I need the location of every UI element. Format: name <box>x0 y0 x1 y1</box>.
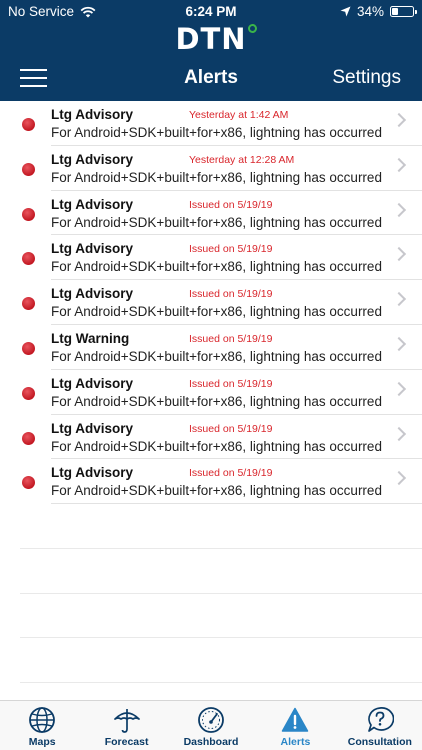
chevron-right-icon <box>391 157 407 172</box>
chevron-right-icon <box>391 426 407 441</box>
alert-status-dot-icon <box>22 118 35 131</box>
alert-status-dot-icon <box>22 162 35 176</box>
alert-status-dot-icon <box>22 431 35 445</box>
alert-title: Ltg Advisory <box>51 286 134 302</box>
alert-body: For Android+SDK+built+for+x86, lightning… <box>51 348 383 364</box>
logo-accent-ring <box>247 24 257 33</box>
chevron-right-icon <box>391 292 407 307</box>
alert-row[interactable]: Ltg Advisory Issued on 5/19/19 For Android… <box>0 280 422 325</box>
chevron-right-icon <box>391 471 407 486</box>
app-header: No Service 6:24 PM 34% DTN Alerts Settin… <box>0 0 422 101</box>
tab-consultation[interactable]: Consultation <box>338 701 422 750</box>
alert-status-dot-icon <box>22 252 35 266</box>
empty-row <box>0 594 422 639</box>
status-bar: No Service 6:24 PM 34% <box>0 0 422 22</box>
alert-status-dot-icon <box>22 207 35 221</box>
alert-row[interactable]: Ltg Advisory Issued on 5/19/19 For Android… <box>0 370 422 415</box>
alert-body: For Android+SDK+built+for+x86, lightning… <box>51 483 383 499</box>
alert-time: Issued on 5/19/19 <box>189 422 273 435</box>
location-arrow-icon <box>340 6 351 17</box>
alert-body: For Android+SDK+built+for+x86, lightning… <box>51 259 383 275</box>
battery-icon <box>390 6 417 17</box>
alert-body: For Android+SDK+built+for+x86, lightning… <box>51 169 383 185</box>
battery-percent: 34% <box>356 4 384 19</box>
alert-time: Issued on 5/19/19 <box>189 377 273 390</box>
alert-status-dot-icon <box>22 297 35 311</box>
alert-title: Ltg Advisory <box>51 241 134 257</box>
status-right: 34% <box>340 4 417 19</box>
alert-row[interactable]: Ltg Advisory Issued on 5/19/19 For Android… <box>0 191 422 236</box>
alert-body: For Android+SDK+built+for+x86, lightning… <box>51 214 383 230</box>
battery-level <box>392 8 398 15</box>
alert-row[interactable]: Ltg Advisory Yesterday at 1:42 AM For Andr… <box>0 101 422 146</box>
chevron-right-icon <box>391 247 407 262</box>
empty-list-area <box>0 504 422 683</box>
chevron-right-icon <box>391 336 407 352</box>
alert-body: For Android+SDK+built+for+x86, lightning… <box>51 125 383 140</box>
gauge-icon <box>198 707 224 733</box>
tab-label: Maps <box>28 736 56 748</box>
alert-body: For Android+SDK+built+for+x86, lightning… <box>51 438 383 454</box>
chevron-right-icon <box>391 112 407 128</box>
alert-status-dot-icon <box>22 386 35 400</box>
tab-label: Alerts <box>280 736 311 748</box>
tab-forecast[interactable]: Forecast <box>84 701 168 750</box>
tab-label: Forecast <box>104 736 149 748</box>
alert-time: Issued on 5/19/19 <box>189 467 273 480</box>
alert-title: Ltg Advisory <box>51 151 134 167</box>
nav-bar: Alerts Settings <box>0 60 422 96</box>
tab-label: Dashboard <box>183 736 239 748</box>
tab-label: Consultation <box>347 736 412 748</box>
alert-title: Ltg Advisory <box>51 465 134 481</box>
umbrella-icon <box>113 709 140 733</box>
alert-row[interactable]: Ltg Advisory Issued on 5/19/19 For Android… <box>0 459 422 504</box>
alert-body: For Android+SDK+built+for+x86, lightning… <box>51 393 383 409</box>
alert-time: Issued on 5/19/19 <box>189 198 273 211</box>
alert-time: Issued on 5/19/19 <box>189 243 273 256</box>
chevron-right-icon <box>391 381 407 396</box>
alert-body: For Android+SDK+built+for+x86, lightning… <box>51 304 383 320</box>
alert-row[interactable]: Ltg Warning Issued on 5/19/19 For Android+… <box>0 325 422 370</box>
alert-title: Ltg Warning <box>51 330 130 346</box>
alert-list: Ltg Advisory Yesterday at 1:42 AM For Andr… <box>0 101 422 504</box>
alert-time: Yesterday at 1:42 AM <box>189 109 289 121</box>
alert-title: Ltg Advisory <box>51 420 134 436</box>
alert-row[interactable]: Ltg Advisory Yesterday at 12:28 AM For And… <box>0 146 422 191</box>
alert-time: Yesterday at 12:28 AM <box>189 153 295 166</box>
alert-status-dot-icon <box>22 476 35 490</box>
empty-row <box>0 638 422 683</box>
logo-text: DTN <box>175 22 247 56</box>
alert-title: Ltg Advisory <box>51 375 134 391</box>
alert-row[interactable]: Ltg Advisory Issued on 5/19/19 For Android… <box>0 235 422 280</box>
globe-icon <box>29 707 56 733</box>
chevron-right-icon <box>391 202 407 217</box>
alert-title: Ltg Advisory <box>51 196 134 212</box>
tab-bar: Maps Forecast Dashboard Alerts Consultat… <box>0 700 422 750</box>
tab-alerts[interactable]: Alerts <box>253 701 337 750</box>
alert-title: Ltg Advisory <box>51 107 134 122</box>
tab-dashboard[interactable]: Dashboard <box>169 701 253 750</box>
alert-time: Issued on 5/19/19 <box>189 332 273 345</box>
warning-icon <box>282 707 309 732</box>
settings-button[interactable]: Settings <box>332 67 401 89</box>
alert-time: Issued on 5/19/19 <box>189 288 273 301</box>
alert-status-dot-icon <box>22 341 35 355</box>
empty-row <box>0 504 422 549</box>
alert-row[interactable]: Ltg Advisory Issued on 5/19/19 For Android… <box>0 415 422 460</box>
question-bubble-icon <box>367 707 394 732</box>
tab-maps[interactable]: Maps <box>0 701 84 750</box>
empty-row <box>0 549 422 594</box>
dtn-logo: DTN <box>0 22 422 56</box>
